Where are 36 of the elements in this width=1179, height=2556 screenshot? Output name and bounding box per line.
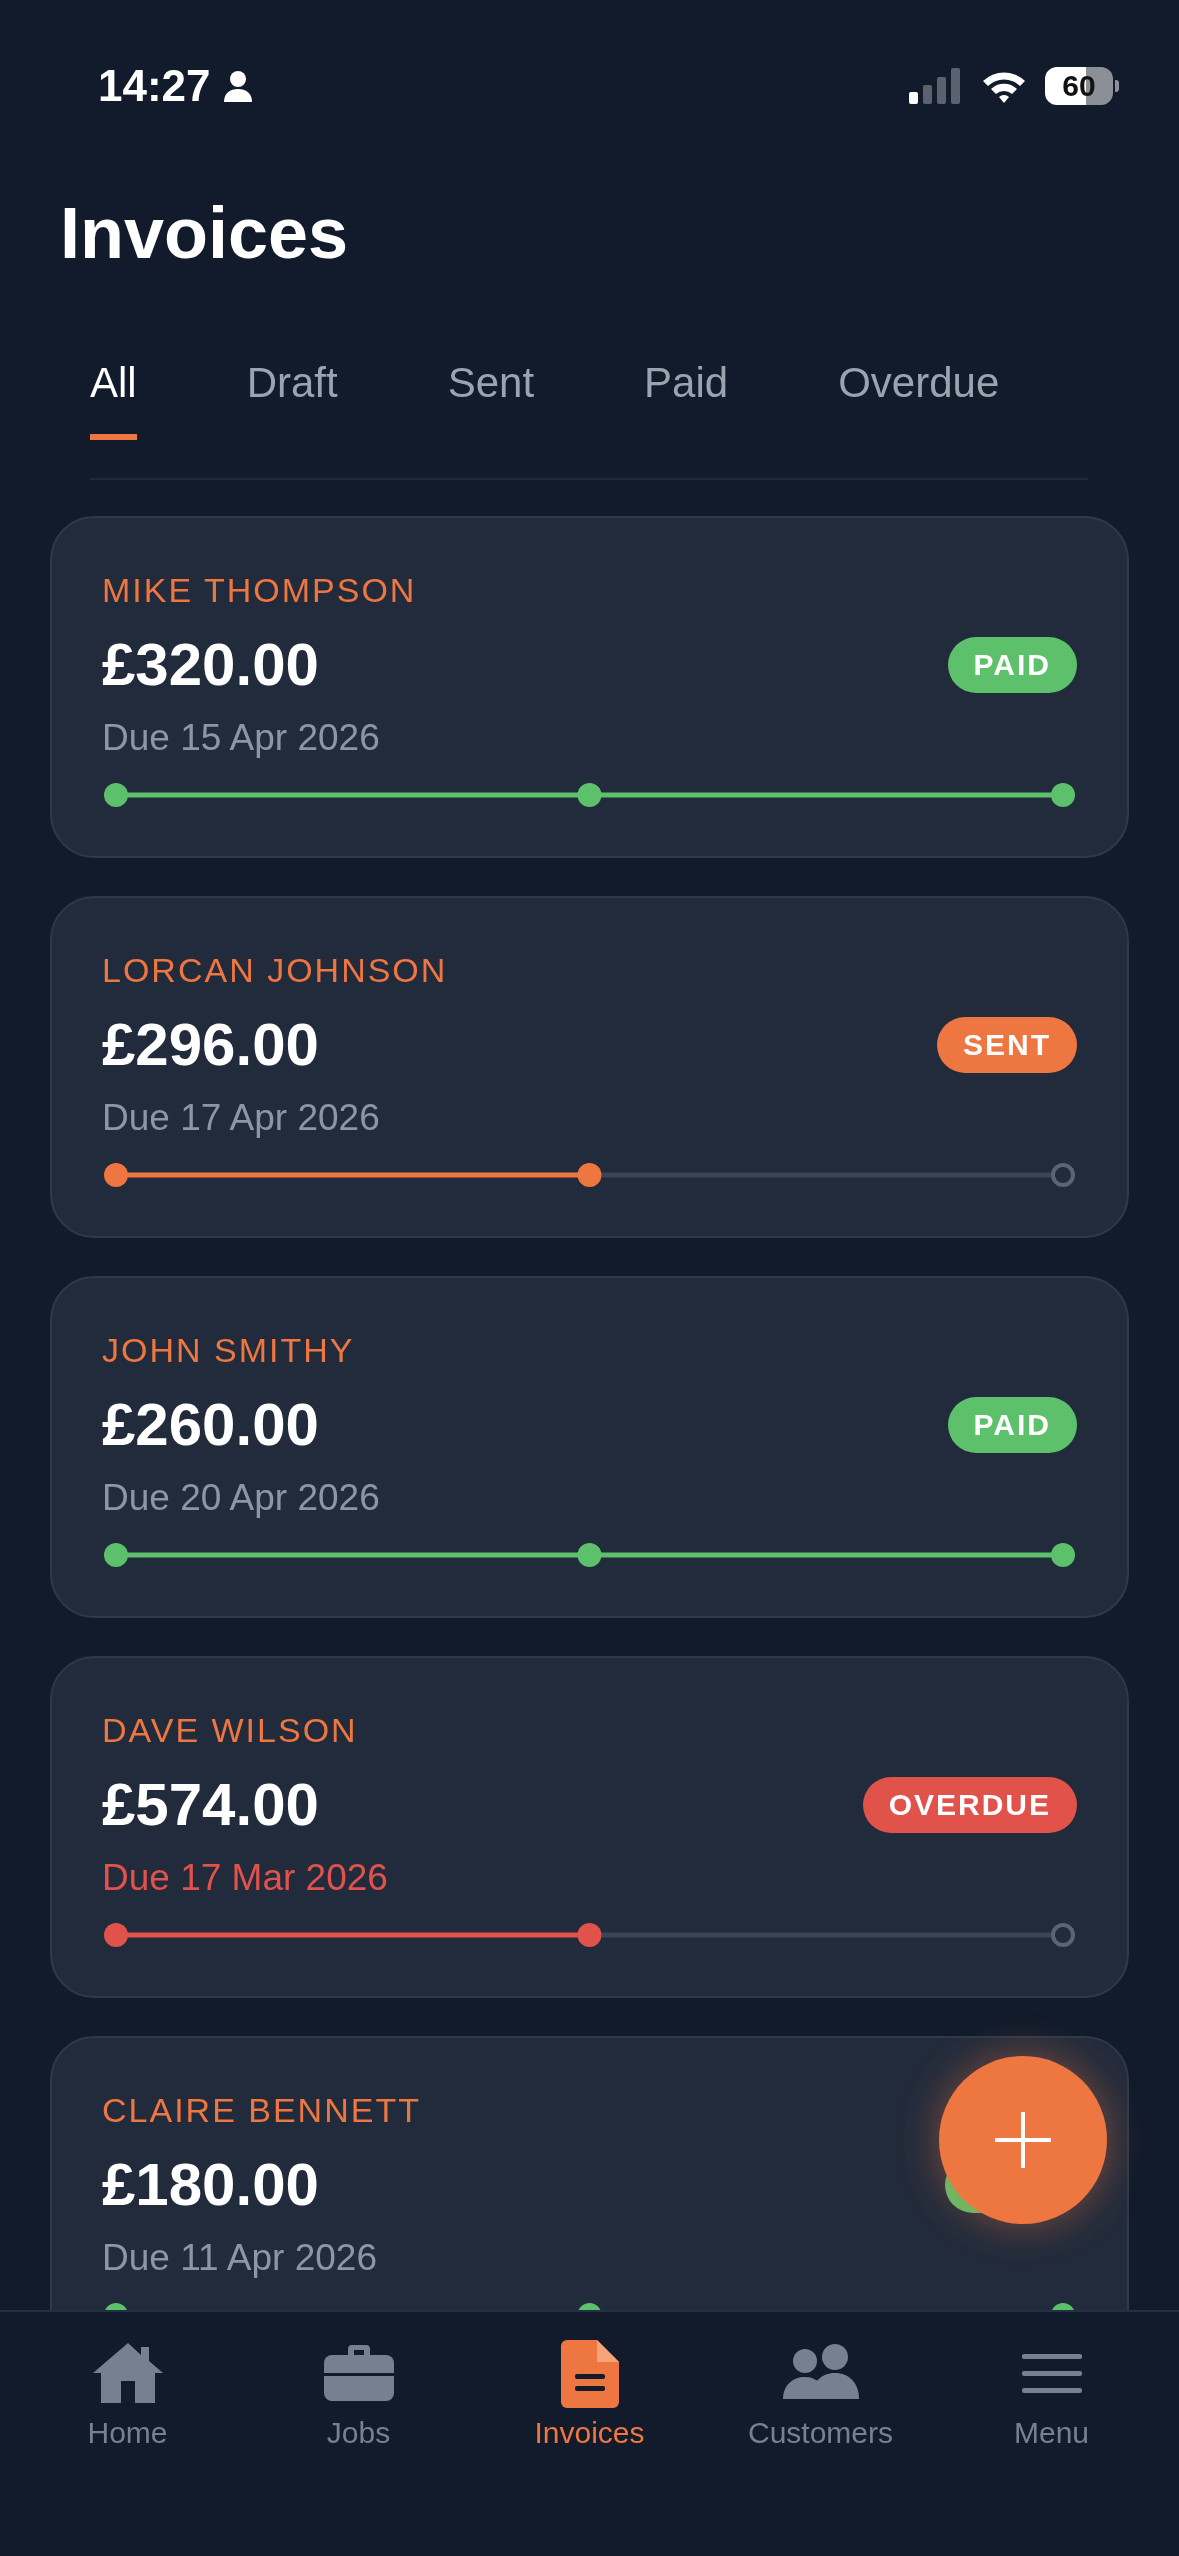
filter-tab[interactable]: Overdue: [838, 358, 1000, 441]
page-title: Invoices: [60, 192, 350, 275]
invoice-amount: £320.00: [102, 630, 319, 701]
due-date: Due 20 Apr 2026: [102, 1476, 381, 1521]
nav-tab[interactable]: Home: [17, 2312, 238, 2450]
nav-tab[interactable]: Customers: [710, 2312, 931, 2450]
nav-tab[interactable]: Invoices: [479, 2312, 700, 2450]
due-date: Due 17 Mar 2026: [102, 1856, 389, 1901]
status-badge: PAID: [947, 1397, 1077, 1454]
invoice-amount: £296.00: [102, 1010, 319, 1081]
filter-tab[interactable]: All: [90, 358, 137, 441]
customer-name: DAVE WILSON: [102, 1710, 359, 1752]
customer-name: LORCAN JOHNSON: [102, 950, 449, 992]
invoice-card[interactable]: LORCAN JOHNSON £296.00 SENT Due 17 Apr 2026: [50, 896, 1129, 1239]
invoice-card[interactable]: CLAIRE BENNETT £180.00 Due 11 Apr 2026: [50, 2036, 1129, 2310]
invoice-amount: £574.00: [102, 1770, 319, 1841]
due-date: Due 11 Apr 2026: [102, 2236, 378, 2281]
invoice-card[interactable]: MIKE THOMPSON £320.00 PAID Due 15 Apr 2026: [50, 516, 1129, 859]
status-badge: SENT: [937, 1017, 1077, 1074]
status-badge: PAID: [947, 637, 1077, 694]
nav-tab[interactable]: Jobs: [248, 2312, 469, 2450]
due-date: Due 17 Apr 2026: [102, 1096, 381, 1141]
status-badge: OVERDUE: [862, 1777, 1077, 1834]
invoice-amount: £180.00: [102, 2150, 319, 2221]
filter-tab[interactable]: Draft: [246, 358, 338, 441]
invoice-amount: £260.00: [102, 1390, 319, 1461]
filter-tab[interactable]: Paid: [644, 358, 729, 441]
customer-name: JOHN SMITHY: [102, 1330, 356, 1372]
invoice-card[interactable]: JOHN SMITHY £260.00 PAID Due 20 Apr 2026: [50, 1276, 1129, 1619]
invoice-card[interactable]: DAVE WILSON £574.00 OVERDUE Due 17 Mar 2026: [50, 1656, 1129, 1999]
due-date: Due 15 Apr 2026: [102, 716, 381, 761]
customer-name: CLAIRE BENNETT: [102, 2090, 422, 2132]
nav-tab[interactable]: Menu: [941, 2312, 1162, 2450]
filter-tab[interactable]: Sent: [447, 358, 535, 441]
customer-name: MIKE THOMPSON: [102, 570, 418, 612]
status-time: 14:27: [98, 61, 211, 111]
